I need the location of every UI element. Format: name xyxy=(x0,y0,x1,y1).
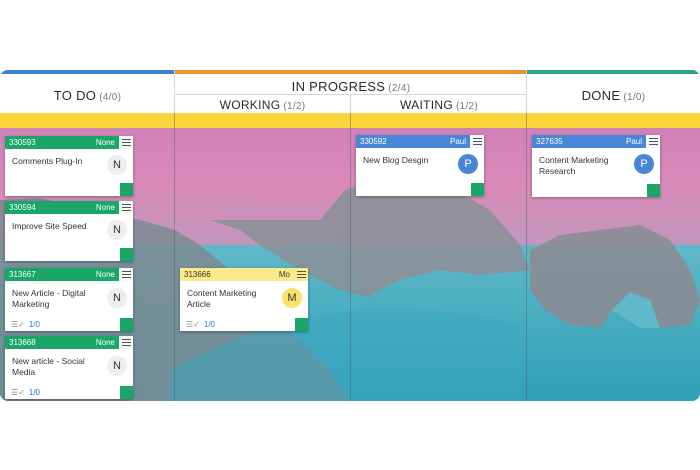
card-id: 330593 xyxy=(9,138,36,147)
checklist-icon: ☰✓ xyxy=(11,320,25,329)
card-owner: Paul xyxy=(449,137,466,146)
card-owner: Paul xyxy=(625,137,642,146)
column-title: WORKING xyxy=(219,98,281,112)
checklist-progress: 1/0 xyxy=(203,320,215,329)
card-owner: None xyxy=(95,203,115,212)
checklist-icon: ☰✓ xyxy=(186,320,200,329)
avatar: P xyxy=(458,154,478,174)
card-status-corner[interactable] xyxy=(120,248,133,261)
column-count: (1/2) xyxy=(455,101,479,112)
card-id: 313668 xyxy=(9,338,36,347)
kanban-board: TO DO (4/0) IN PROGRESS (2/4) WORKING (1/2)… xyxy=(0,70,700,401)
task-card[interactable]: 330594 None Improve Site Speed N xyxy=(5,201,133,261)
card-id: 327635 xyxy=(536,137,563,146)
header-divider xyxy=(175,94,527,95)
column-divider xyxy=(350,113,351,401)
column-divider xyxy=(174,113,175,401)
column-title: TO DO xyxy=(53,88,97,103)
task-card[interactable]: 313666 Mo Content Marketing Article M ☰✓… xyxy=(180,268,308,331)
checklist-icon: ☰✓ xyxy=(11,388,25,397)
avatar: N xyxy=(107,288,127,308)
menu-icon[interactable] xyxy=(294,268,308,281)
card-status-corner[interactable] xyxy=(295,318,308,331)
card-status-corner[interactable] xyxy=(120,318,133,331)
card-id: 330592 xyxy=(360,137,387,146)
card-id: 330594 xyxy=(9,203,36,212)
card-id: 313667 xyxy=(9,270,36,279)
task-card[interactable]: 330593 None Comments Plug-In N xyxy=(5,136,133,196)
card-owner: None xyxy=(95,270,115,279)
column-header-todo: TO DO (4/0) xyxy=(0,70,175,113)
avatar: N xyxy=(107,220,127,240)
header-divider xyxy=(174,70,175,113)
column-title: WAITING xyxy=(399,98,453,112)
column-count: (4/0) xyxy=(99,92,122,103)
column-divider xyxy=(526,113,527,401)
column-title: DONE xyxy=(581,88,621,103)
menu-icon[interactable] xyxy=(646,135,660,148)
menu-icon[interactable] xyxy=(470,135,484,148)
card-status-corner[interactable] xyxy=(120,386,133,399)
task-card[interactable]: 313667 None New Article - Digital Market… xyxy=(5,268,133,331)
menu-icon[interactable] xyxy=(119,336,133,349)
column-title: IN PROGRESS xyxy=(291,79,386,94)
card-title: Content Marketing Article xyxy=(187,288,257,309)
card-title: New Blog Desgin xyxy=(363,155,429,165)
checklist-progress: 1/0 xyxy=(28,320,40,329)
column-count: (1/0) xyxy=(623,92,646,103)
card-id: 313666 xyxy=(184,270,211,279)
card-title: Improve Site Speed xyxy=(12,221,87,231)
column-header-done: DONE (1/0) xyxy=(527,70,700,113)
avatar: N xyxy=(107,155,127,175)
card-status-corner[interactable] xyxy=(647,184,660,197)
avatar: M xyxy=(282,288,302,308)
column-header-inprogress: IN PROGRESS (2/4) WORKING (1/2) WAITING (1/… xyxy=(175,70,527,113)
column-count: (1/2) xyxy=(283,101,306,112)
column-count: (2/4) xyxy=(388,83,411,94)
card-title: New article - Social Media xyxy=(12,356,85,377)
menu-icon[interactable] xyxy=(119,268,133,281)
column-header-waiting: WAITING (1/2) xyxy=(351,98,527,112)
task-card[interactable]: 313668 None New article - Social Media N… xyxy=(5,336,133,399)
card-status-corner[interactable] xyxy=(120,183,133,196)
avatar: P xyxy=(634,154,654,174)
card-owner: None xyxy=(95,338,115,347)
card-title: New Article - Digital Marketing xyxy=(12,288,86,309)
task-card[interactable]: 327635 Paul Content Marketing Research P xyxy=(532,135,660,197)
card-title: Comments Plug-In xyxy=(12,156,83,166)
card-owner: None xyxy=(95,138,115,147)
checklist-progress: 1/0 xyxy=(28,388,40,397)
card-title: Content Marketing Research xyxy=(539,155,609,176)
avatar: N xyxy=(107,356,127,376)
card-owner: Mo xyxy=(278,270,290,279)
task-card[interactable]: 330592 Paul New Blog Desgin P xyxy=(356,135,484,196)
card-status-corner[interactable] xyxy=(471,183,484,196)
menu-icon[interactable] xyxy=(119,201,133,214)
menu-icon[interactable] xyxy=(119,136,133,149)
column-header-working: WORKING (1/2) xyxy=(175,98,350,112)
header-divider xyxy=(526,70,527,113)
